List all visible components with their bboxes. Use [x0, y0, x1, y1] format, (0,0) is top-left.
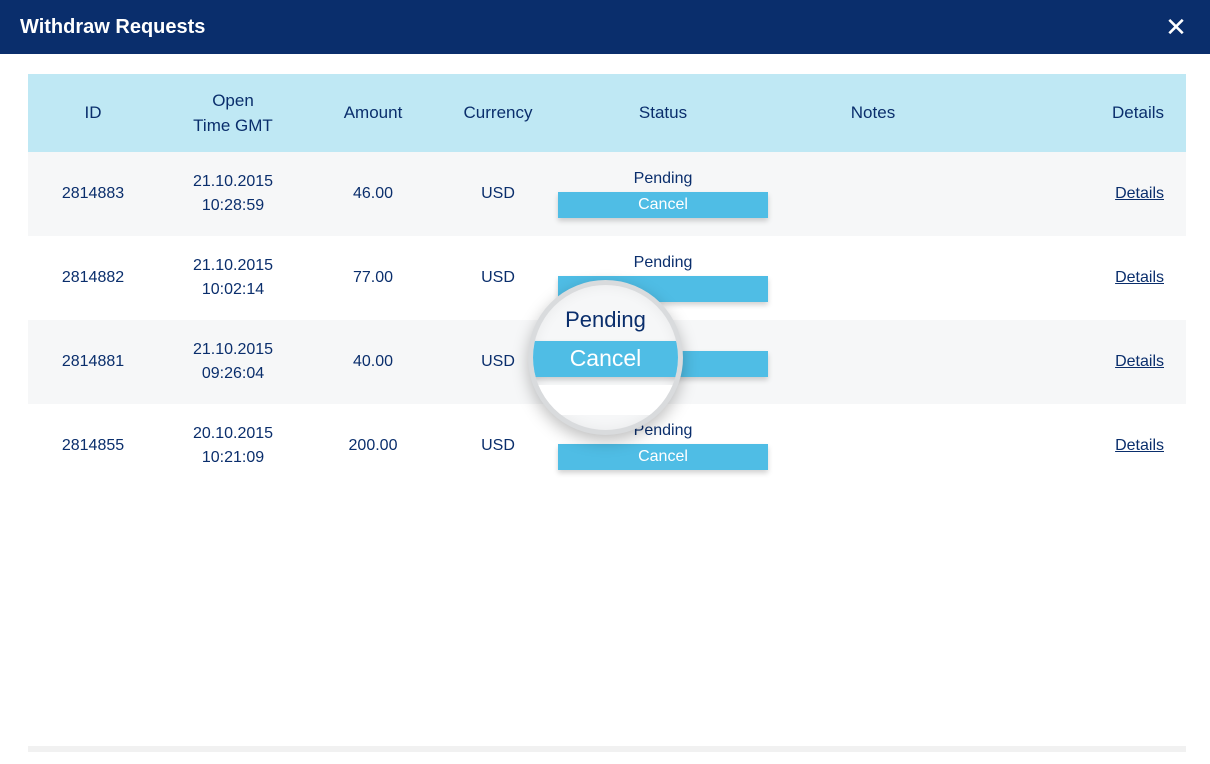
- cell-id: 2814883: [28, 185, 158, 203]
- cancel-button[interactable]: Cancel: [558, 192, 768, 218]
- cell-amount: 46.00: [308, 185, 438, 203]
- cell-details: Details: [978, 437, 1186, 455]
- cell-id: 2814882: [28, 269, 158, 287]
- cell-details: Details: [978, 185, 1186, 203]
- cell-details: Details: [978, 269, 1186, 287]
- table-header: ID Open Time GMT Amount Currency Status …: [28, 74, 1186, 152]
- lens-spacer: [533, 385, 678, 415]
- header-notes: Notes: [768, 103, 978, 123]
- close-icon: ✕: [1165, 14, 1187, 40]
- cell-currency: USD: [438, 437, 558, 455]
- cell-status: Pending Cancel: [558, 170, 768, 218]
- cell-currency: USD: [438, 269, 558, 287]
- window-title: Withdraw Requests: [20, 16, 205, 39]
- details-link[interactable]: Details: [1115, 269, 1164, 286]
- cell-open-time: 20.10.2015 10:21:09: [158, 422, 308, 470]
- details-link[interactable]: Details: [1115, 353, 1164, 370]
- cell-id: 2814855: [28, 437, 158, 455]
- header-amount: Amount: [308, 103, 438, 123]
- titlebar: Withdraw Requests ✕: [0, 0, 1210, 54]
- close-button[interactable]: ✕: [1162, 13, 1190, 41]
- header-details: Details: [978, 103, 1186, 123]
- cancel-button[interactable]: Cancel: [558, 444, 768, 470]
- cell-open-time: 21.10.2015 09:26:04: [158, 338, 308, 386]
- details-link[interactable]: Details: [1115, 185, 1164, 202]
- details-link[interactable]: Details: [1115, 437, 1164, 454]
- lens-cancel-button[interactable]: Cancel: [528, 341, 683, 377]
- cell-open-time: 21.10.2015 10:28:59: [158, 170, 308, 218]
- cell-amount: 200.00: [308, 437, 438, 455]
- cell-id: 2814881: [28, 353, 158, 371]
- status-text: Pending: [634, 170, 693, 188]
- status-text: Pending: [634, 254, 693, 272]
- header-open-time: Open Time GMT: [158, 88, 308, 139]
- bottom-shadow: [28, 746, 1186, 752]
- header-currency: Currency: [438, 103, 558, 123]
- cell-amount: 77.00: [308, 269, 438, 287]
- lens-status-text: Pending: [565, 301, 646, 333]
- magnifier-lens: Pending Cancel: [528, 280, 683, 435]
- header-status: Status: [558, 103, 768, 123]
- cell-amount: 40.00: [308, 353, 438, 371]
- table-row: 2814883 21.10.2015 10:28:59 46.00 USD Pe…: [28, 152, 1186, 236]
- header-id: ID: [28, 103, 158, 123]
- cell-details: Details: [978, 353, 1186, 371]
- withdraw-requests-window: Withdraw Requests ✕ ID Open Time GMT Amo…: [0, 0, 1210, 764]
- cell-open-time: 21.10.2015 10:02:14: [158, 254, 308, 302]
- cell-currency: USD: [438, 185, 558, 203]
